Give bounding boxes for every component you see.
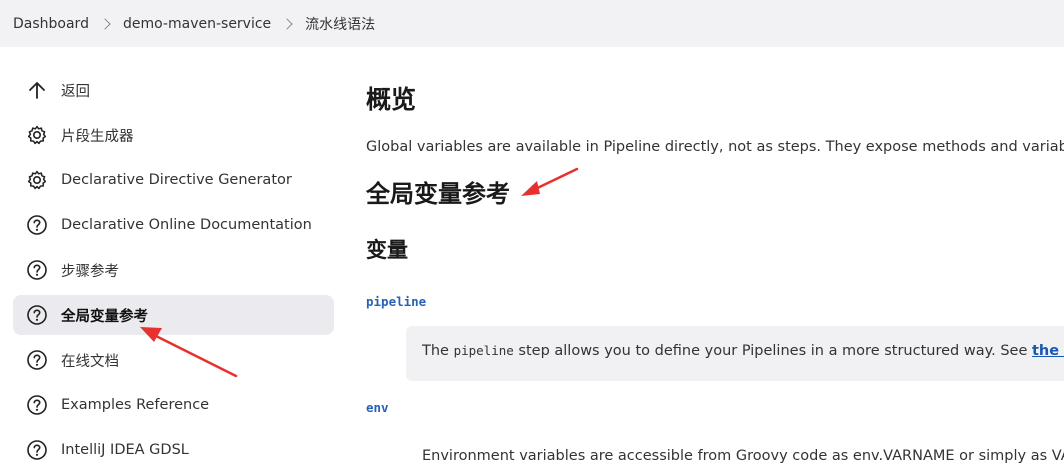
- help-circle-icon: [27, 350, 47, 370]
- sidebar-item-label: Declarative Online Documentation: [61, 217, 312, 233]
- breadcrumb-demo-maven-service[interactable]: demo-maven-service: [123, 16, 271, 32]
- help-circle-icon: [27, 260, 47, 280]
- sidebar-item-examples-reference[interactable]: Examples Reference: [13, 385, 334, 425]
- global-variables-heading: 全局变量参考: [366, 180, 510, 208]
- variables-heading: 变量: [366, 238, 408, 262]
- gear-icon: [27, 125, 47, 145]
- sidebar-item-snippet-generator[interactable]: 片段生成器: [13, 115, 334, 155]
- sidebar-item-declarative-directive-generator[interactable]: Declarative Directive Generator: [13, 160, 334, 200]
- sidebar-item-label: 返回: [61, 83, 90, 100]
- sidebar-item-global-variables-reference[interactable]: 全局变量参考: [13, 295, 334, 335]
- sidebar-item-label: 步骤参考: [61, 263, 119, 280]
- variable-description-pipeline: The pipeline step allows you to define y…: [406, 326, 1064, 381]
- intro-text: Global variables are available in Pipeli…: [366, 139, 1064, 155]
- wiki-link[interactable]: the wiki: [1032, 343, 1064, 359]
- gear-icon: [27, 170, 47, 190]
- page-title: 概览: [366, 85, 417, 114]
- sidebar-item-label: IntelliJ IDEA GDSL: [61, 442, 189, 458]
- sidebar-item-label: Examples Reference: [61, 397, 210, 413]
- chevron-right-icon: [281, 17, 293, 30]
- breadcrumb-dashboard[interactable]: Dashboard: [13, 16, 89, 32]
- arrow-up-icon: [29, 82, 45, 99]
- desc-text: step allows you to define your Pipelines…: [513, 343, 1032, 359]
- variable-description-env: Environment variables are accessible fro…: [422, 448, 1064, 463]
- variable-name-pipeline: pipeline: [366, 294, 427, 309]
- sidebar-item-label: 片段生成器: [61, 128, 134, 145]
- sidebar-item-label: 在线文档: [61, 353, 119, 370]
- sidebar-item-label: Declarative Directive Generator: [61, 172, 292, 188]
- variable-name-env: env: [366, 400, 389, 415]
- help-circle-icon: [27, 395, 47, 415]
- help-circle-icon: [27, 305, 47, 325]
- chevron-right-icon: [99, 17, 111, 30]
- desc-text: The: [422, 343, 454, 359]
- sidebar: 返回 片段生成器 Declarative Directive Generator…: [13, 70, 334, 475]
- help-circle-icon: [27, 215, 47, 235]
- inline-code: pipeline: [453, 343, 514, 358]
- main-content: 概览 Global variables are available in Pip…: [366, 0, 1064, 463]
- help-circle-icon: [27, 440, 47, 460]
- sidebar-item-intellij-idea-gdsl[interactable]: IntelliJ IDEA GDSL: [13, 430, 334, 470]
- sidebar-item-steps-reference[interactable]: 步骤参考: [13, 250, 334, 290]
- breadcrumb-pipeline-syntax[interactable]: 流水线语法: [305, 14, 375, 34]
- sidebar-item-back[interactable]: 返回: [13, 70, 334, 110]
- sidebar-item-declarative-online-documentation[interactable]: Declarative Online Documentation: [13, 205, 334, 245]
- sidebar-item-label: 全局变量参考: [61, 308, 148, 325]
- sidebar-item-online-documentation[interactable]: 在线文档: [13, 340, 334, 380]
